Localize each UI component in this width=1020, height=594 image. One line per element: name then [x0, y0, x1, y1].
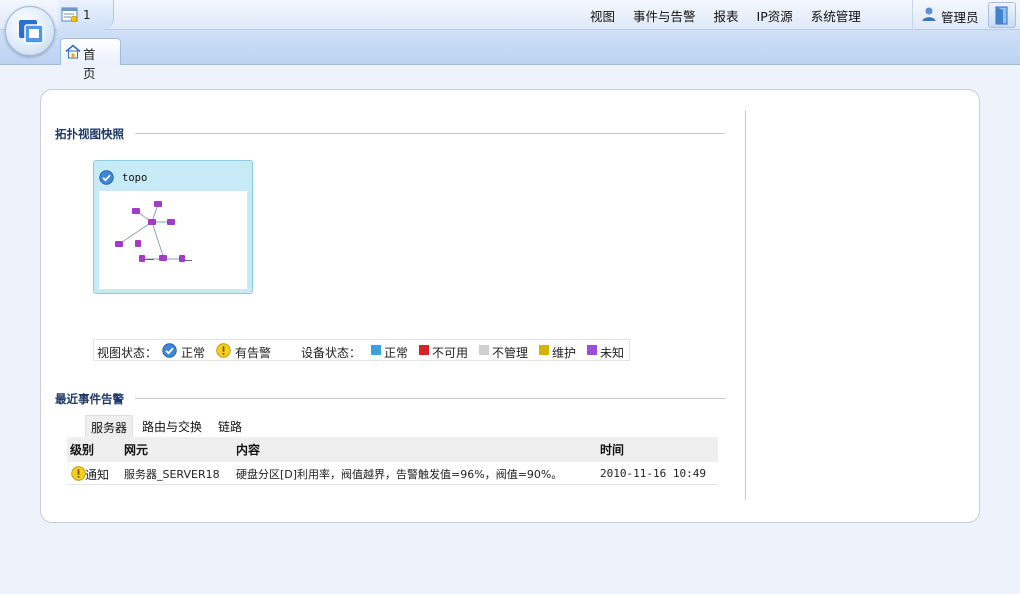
document-counter[interactable]: 1	[58, 0, 114, 30]
device-unavailable-swatch	[419, 345, 429, 355]
event-content: 硬盘分区[D]利用率，阀值越界，告警触发值=96%，阀值=90%。	[236, 468, 563, 481]
topology-section-title: 拓扑视图快照	[55, 127, 124, 141]
tab-bar	[0, 30, 1020, 65]
view-alarm-label: 有告警	[235, 346, 272, 360]
event-level: 通知	[85, 468, 110, 482]
document-icon	[61, 7, 78, 23]
exit-button[interactable]	[988, 2, 1016, 28]
device-normal-label: 正常	[384, 346, 409, 360]
col-level: 级别	[70, 443, 95, 457]
document-count: 1	[83, 8, 91, 22]
home-icon	[65, 44, 81, 59]
notice-level-icon	[71, 466, 86, 481]
device-unknown-label: 未知	[600, 346, 625, 360]
tab-home-label: 首 页	[83, 47, 99, 81]
column-divider	[745, 110, 746, 500]
normal-status-icon	[99, 170, 114, 185]
col-content: 内容	[236, 443, 261, 457]
view-alarm-icon	[216, 343, 231, 358]
event-time: 2010-11-16 10:49	[600, 467, 706, 480]
events-section-rule	[135, 398, 725, 399]
col-element: 网元	[124, 443, 149, 457]
view-status-label: 视图状态：	[97, 346, 158, 360]
app-logo[interactable]	[5, 6, 55, 56]
exit-door-icon	[995, 6, 1008, 25]
main-nav: 视图 事件与告警 报表 IP资源 系统管理	[590, 6, 879, 25]
device-unmanaged-label: 不管理	[492, 346, 529, 360]
col-time: 时间	[600, 443, 625, 457]
tab-servers[interactable]: 服务器	[85, 415, 134, 437]
logo-icon	[19, 20, 44, 44]
user-icon	[922, 7, 936, 21]
event-element[interactable]: 服务器_SERVER18	[124, 466, 220, 482]
nav-system-management[interactable]: 系统管理	[811, 6, 861, 25]
status-legend: 视图状态： 正常 有告警 设备状态： 正常 不可用 不管理 维护 未知	[93, 339, 630, 361]
tab-links[interactable]: 链路	[213, 415, 247, 437]
topology-card[interactable]: topo	[93, 160, 253, 294]
table-row[interactable]: 通知 服务器_SERVER18 硬盘分区[D]利用率，阀值越界，告警触发值=96…	[67, 462, 718, 485]
device-maintenance-label: 维护	[552, 346, 577, 360]
device-unavailable-label: 不可用	[432, 346, 469, 360]
tab-home[interactable]: 首 页	[60, 38, 121, 81]
device-maintenance-swatch	[539, 345, 549, 355]
topology-section-rule	[135, 133, 725, 134]
nav-view[interactable]: 视图	[590, 6, 615, 25]
nav-ip-resources[interactable]: IP资源	[757, 6, 793, 25]
view-normal-icon	[162, 343, 177, 358]
topology-thumbnail[interactable]	[99, 191, 247, 289]
device-normal-swatch	[371, 345, 381, 355]
topology-map-preview	[115, 201, 192, 262]
events-table-header: 级别 网元 内容 时间	[67, 437, 718, 462]
device-unknown-swatch	[587, 345, 597, 355]
user-name: 管理员	[941, 10, 979, 25]
events-section-title: 最近事件告警	[55, 392, 124, 406]
tab-routing-switching[interactable]: 路由与交换	[137, 415, 207, 437]
topology-card-name: topo	[122, 172, 148, 184]
nav-reports[interactable]: 报表	[714, 6, 739, 25]
dashboard-panel: 拓扑视图快照 topo 视图状态： 正常 有告警 设备状态： 正常 不可用 不管…	[40, 89, 980, 523]
device-unmanaged-swatch	[479, 345, 489, 355]
view-normal-label: 正常	[181, 346, 206, 360]
nav-events-alarms[interactable]: 事件与告警	[633, 6, 696, 25]
user-menu[interactable]: 管理员	[912, 0, 984, 30]
device-status-label: 设备状态：	[301, 346, 362, 360]
